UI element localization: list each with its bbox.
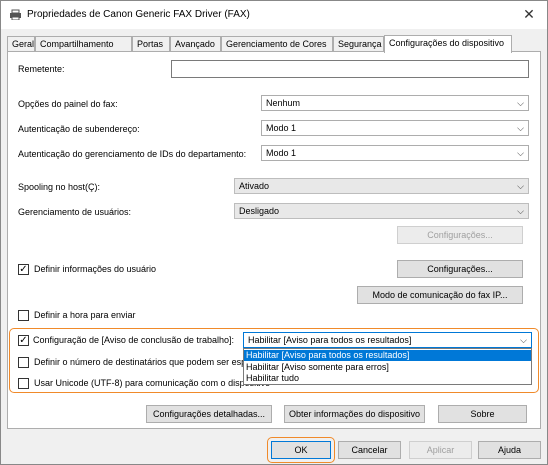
gerid-label: Autenticação do gerenciamento de IDs do … xyxy=(18,149,247,159)
gerid-value: Modo 1 xyxy=(266,148,297,158)
chevron-down-icon: ⌵ xyxy=(517,181,524,191)
spooling-label: Spooling no host(Ç): xyxy=(18,182,101,192)
modo-comunicacao-button[interactable]: Modo de comunicação do fax IP... xyxy=(357,286,523,304)
configuracoes-disabled-button[interactable]: Configurações... xyxy=(397,226,523,244)
tab-strip: Geral Compartilhamento Portas Avançado G… xyxy=(7,35,547,53)
definir-num-checkbox[interactable] xyxy=(18,357,29,368)
cancelar-button[interactable]: Cancelar xyxy=(338,441,401,459)
tab-geral[interactable]: Geral xyxy=(7,36,35,52)
gerusu-select[interactable]: Desligado ⌵ xyxy=(234,203,529,219)
config-aviso-label: Configuração de [Aviso de conclusão de t… xyxy=(33,335,234,345)
chevron-down-icon: ⌵ xyxy=(520,335,527,345)
config-aviso-checkbox[interactable]: ✓ xyxy=(18,335,29,346)
ajuda-button[interactable]: Ajuda xyxy=(478,441,541,459)
aviso-option[interactable]: Habilitar tudo xyxy=(244,373,531,384)
tab-gerenciamento-cores[interactable]: Gerenciamento de Cores xyxy=(221,36,333,52)
gerid-select[interactable]: Modo 1 ⌵ xyxy=(261,145,529,161)
subend-label: Autenticação de subendereço: xyxy=(18,124,140,134)
definir-hora-checkbox[interactable] xyxy=(18,310,29,321)
aviso-select[interactable]: Habilitar [Aviso para todos os resultado… xyxy=(243,332,532,348)
chevron-down-icon: ⌵ xyxy=(517,98,524,108)
aviso-dropdown-list: Habilitar [Aviso para todos os resultado… xyxy=(243,348,532,385)
usar-unicode-checkbox[interactable] xyxy=(18,378,29,389)
tab-compartilhamento[interactable]: Compartilhamento xyxy=(35,36,132,52)
tab-avancado[interactable]: Avançado xyxy=(170,36,221,52)
aplicar-button[interactable]: Aplicar xyxy=(409,441,472,459)
usar-unicode-label: Usar Unicode (UTF-8) para comunicação co… xyxy=(34,378,271,388)
spooling-select[interactable]: Ativado ⌵ xyxy=(234,178,529,194)
ok-button[interactable]: OK xyxy=(271,441,331,459)
chevron-down-icon: ⌵ xyxy=(517,123,524,133)
painel-value: Nenhum xyxy=(266,98,301,108)
painel-select[interactable]: Nenhum ⌵ xyxy=(261,95,529,111)
obter-info-button[interactable]: Obter informações do dispositivo xyxy=(284,405,425,423)
close-icon[interactable]: ✕ xyxy=(521,6,537,22)
window-title: Propriedades de Canon Generic FAX Driver… xyxy=(27,9,250,20)
sobre-button[interactable]: Sobre xyxy=(438,405,527,423)
definir-info-checkbox[interactable]: ✓ xyxy=(18,264,29,275)
chevron-down-icon: ⌵ xyxy=(517,206,524,216)
aviso-option[interactable]: Habilitar [Aviso para todos os resultado… xyxy=(244,350,531,361)
tab-portas[interactable]: Portas xyxy=(132,36,170,52)
subend-select[interactable]: Modo 1 ⌵ xyxy=(261,120,529,136)
chevron-down-icon: ⌵ xyxy=(517,148,524,158)
subend-value: Modo 1 xyxy=(266,123,297,133)
printer-icon xyxy=(10,9,21,20)
tab-seguranca[interactable]: Segurança xyxy=(333,36,384,52)
config-detalhadas-button[interactable]: Configurações detalhadas... xyxy=(146,405,272,423)
aviso-value: Habilitar [Aviso para todos os resultado… xyxy=(248,335,412,345)
definir-hora-label: Definir a hora para enviar xyxy=(34,310,136,320)
configuracoes-button[interactable]: Configurações... xyxy=(397,260,523,278)
spooling-value: Ativado xyxy=(239,181,270,191)
remetente-input[interactable] xyxy=(171,60,529,78)
aviso-option[interactable]: Habilitar [Aviso somente para erros] xyxy=(244,362,531,373)
title-bar: Propriedades de Canon Generic FAX Driver… xyxy=(1,1,547,29)
definir-info-label: Definir informações do usuário xyxy=(34,264,157,274)
properties-window: Propriedades de Canon Generic FAX Driver… xyxy=(0,0,548,465)
gerusu-value: Desligado xyxy=(239,206,280,216)
painel-label: Opções do painel do fax: xyxy=(18,99,118,109)
tab-configuracoes-dispositivo[interactable]: Configurações do dispositivo xyxy=(384,35,512,53)
remetente-label: Remetente: xyxy=(18,64,65,74)
gerusu-label: Gerenciamento de usuários: xyxy=(18,207,132,217)
